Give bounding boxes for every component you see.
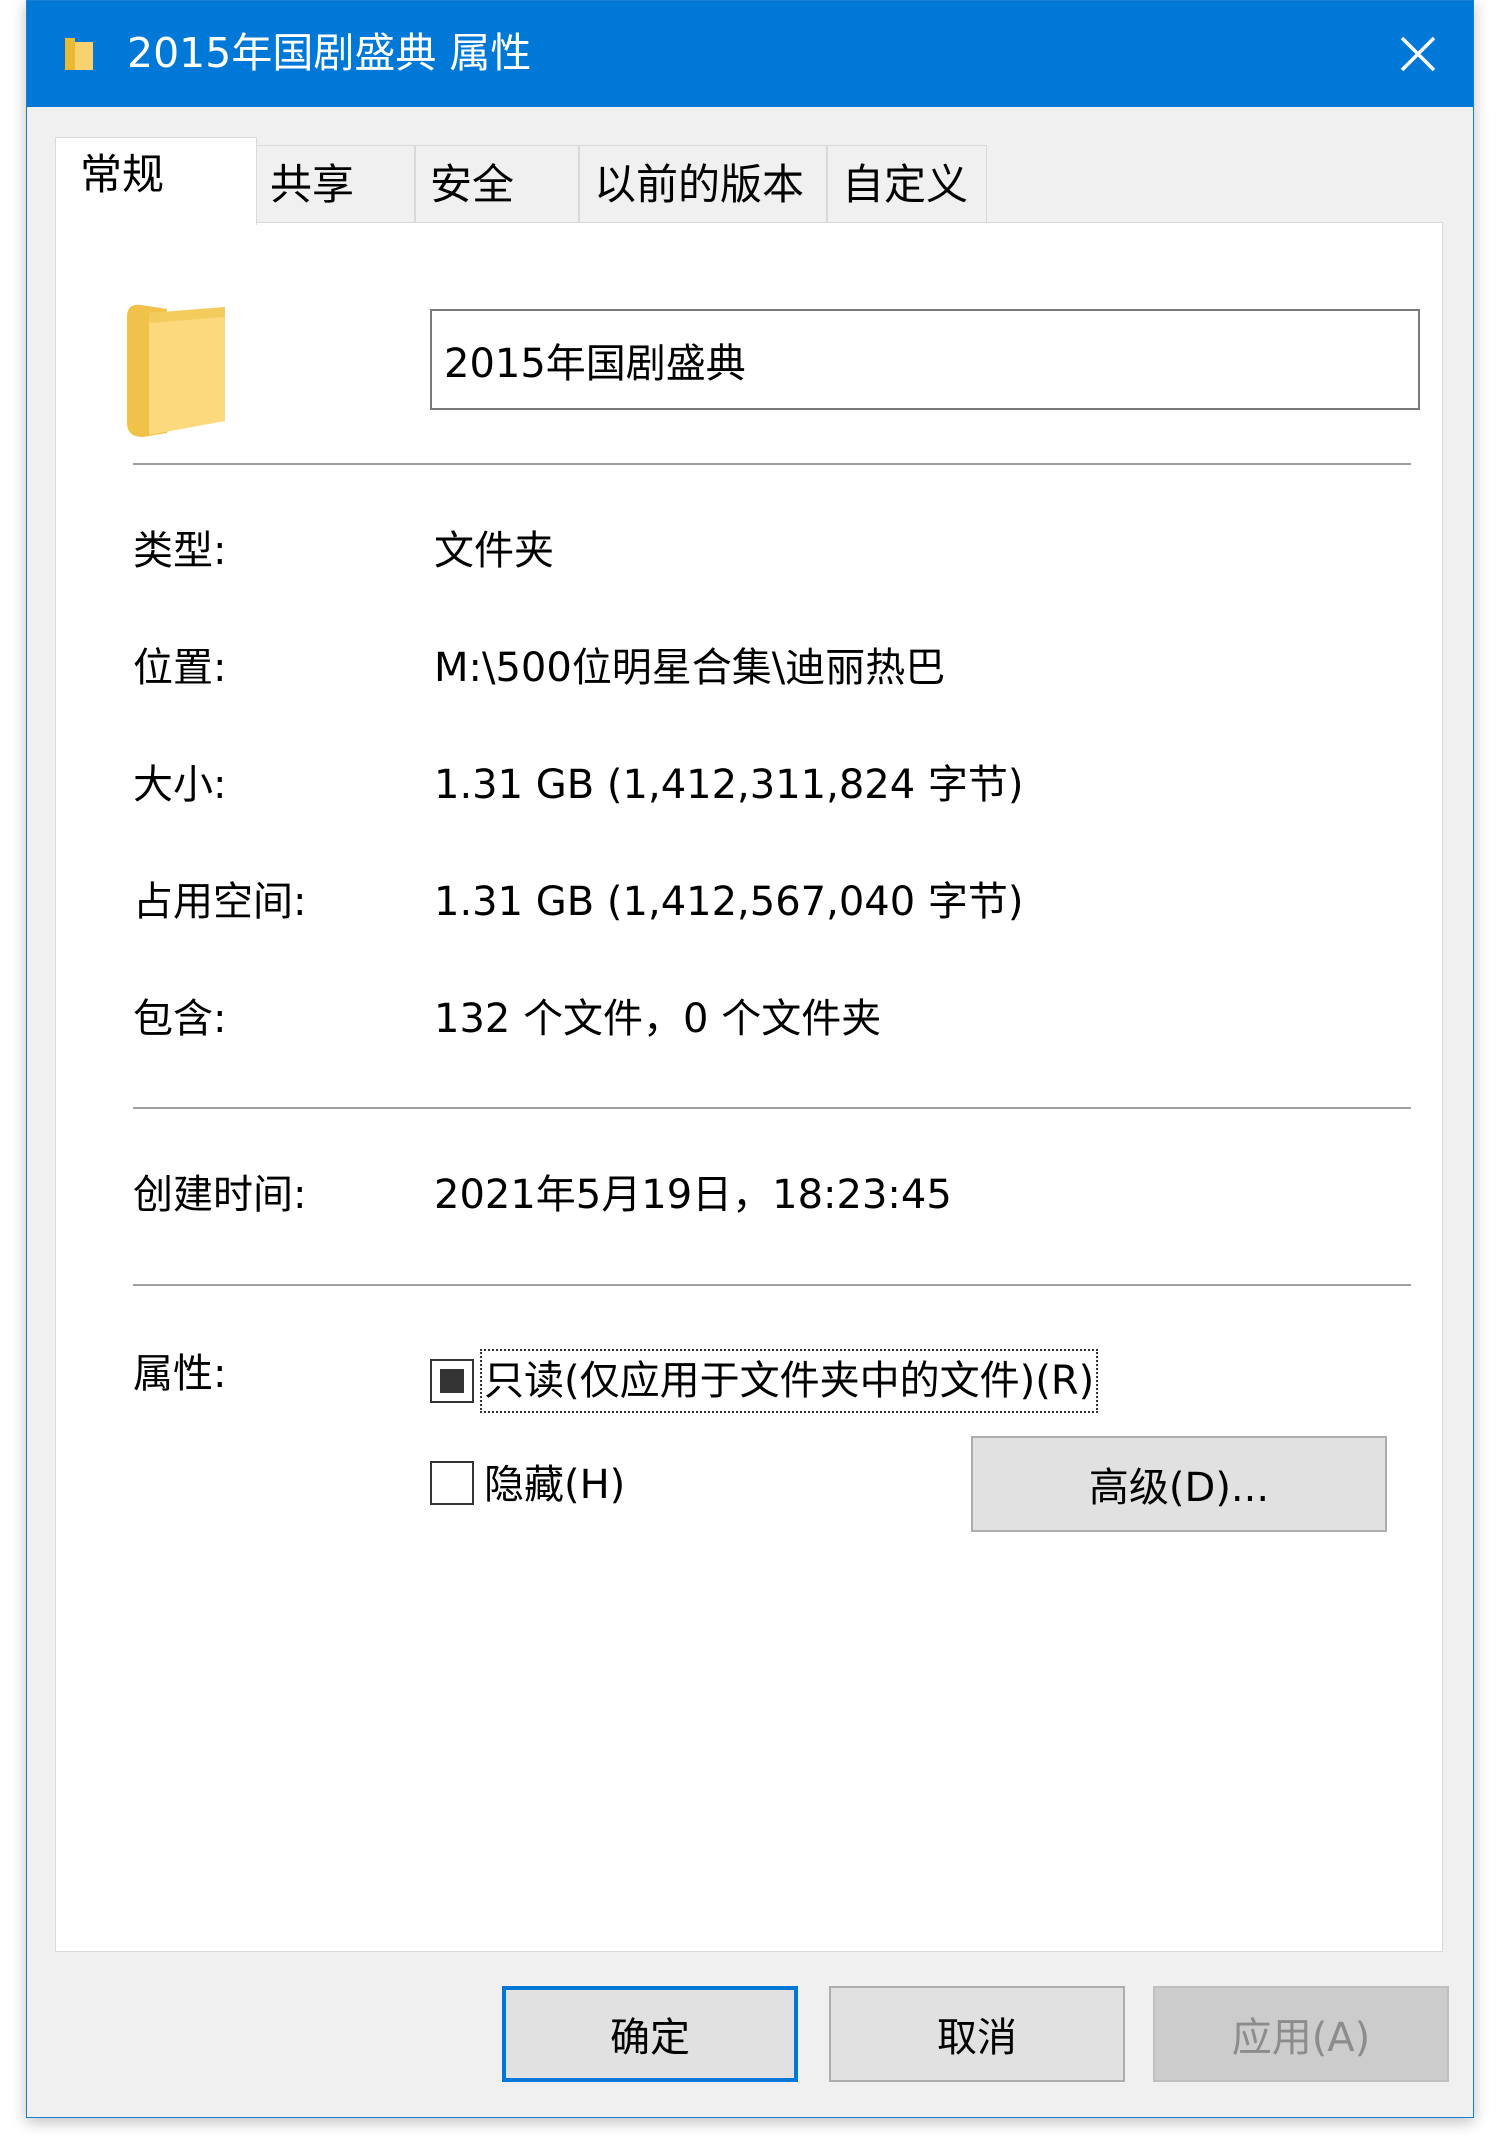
size-on-disk-value: 1.31 GB (1,412,567,040 字节) — [434, 879, 1024, 925]
hidden-checkbox[interactable] — [430, 1461, 474, 1505]
close-button[interactable] — [1363, 1, 1473, 107]
divider — [133, 1107, 1411, 1109]
contains-value: 132 个文件，0 个文件夹 — [434, 996, 882, 1042]
attributes-label: 属性: — [133, 1351, 227, 1397]
size-on-disk-label: 占用空间: — [133, 879, 307, 925]
created-value: 2021年5月19日，18:23:45 — [434, 1172, 952, 1218]
advanced-button[interactable]: 高级(D)... — [971, 1436, 1387, 1532]
general-panel — [55, 222, 1443, 1952]
contains-label: 包含: — [133, 996, 227, 1042]
folder-icon — [65, 38, 93, 70]
divider — [133, 463, 1411, 465]
location-value: M:\500位明星合集\迪丽热巴 — [434, 645, 946, 691]
size-label: 大小: — [133, 762, 227, 808]
close-icon — [1400, 36, 1436, 72]
tab-previous-versions[interactable]: 以前的版本 — [579, 145, 827, 223]
apply-button[interactable]: 应用(A) — [1153, 1986, 1449, 2082]
folder-name-input[interactable] — [430, 309, 1420, 410]
location-label: 位置: — [133, 645, 227, 691]
tab-sharing[interactable]: 共享 — [255, 145, 415, 223]
window-title: 2015年国剧盛典 属性 — [127, 29, 532, 77]
readonly-checkbox[interactable] — [430, 1359, 474, 1403]
created-label: 创建时间: — [133, 1172, 307, 1218]
size-value: 1.31 GB (1,412,311,824 字节) — [434, 762, 1024, 808]
cancel-button[interactable]: 取消 — [829, 1986, 1125, 2082]
type-label: 类型: — [133, 528, 227, 574]
tab-general[interactable]: 常规 — [55, 137, 257, 225]
tab-customize[interactable]: 自定义 — [827, 145, 987, 223]
ok-button[interactable]: 确定 — [502, 1986, 798, 2082]
folder-icon — [127, 304, 225, 437]
hidden-label[interactable]: 隐藏(H) — [484, 1457, 625, 1513]
type-value: 文件夹 — [434, 528, 554, 574]
readonly-label[interactable]: 只读(仅应用于文件夹中的文件)(R) — [479, 1349, 1099, 1413]
properties-dialog: 2015年国剧盛典 属性 常规 共享 安全 以前的版本 自定义 类型: 文件夹 … — [26, 0, 1474, 2118]
title-bar[interactable]: 2015年国剧盛典 属性 — [27, 1, 1473, 107]
tab-strip: 常规 共享 安全 以前的版本 自定义 — [27, 107, 1473, 225]
divider — [133, 1284, 1411, 1286]
tab-security[interactable]: 安全 — [415, 145, 579, 223]
